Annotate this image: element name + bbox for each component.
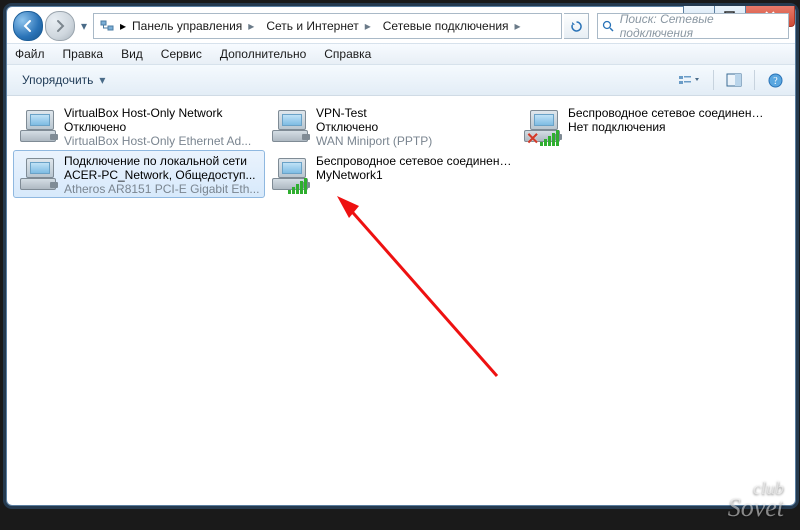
navigation-bar: ▾ ▸ Панель управления▸ Сеть и Интернет▸ … [7, 9, 795, 43]
connection-status: MyNetwork1 [316, 168, 512, 182]
connection-device: VirtualBox Host-Only Ethernet Ad... [64, 134, 251, 148]
connection-name: VirtualBox Host-Only Network [64, 106, 251, 120]
connection-item[interactable]: Подключение по локальной сетиACER-PC_Net… [13, 150, 265, 198]
chevron-down-icon: ▾ [99, 73, 105, 87]
chevron-right-icon[interactable]: ▸ [248, 19, 254, 33]
connection-item[interactable]: VPN-TestОтключеноWAN Miniport (PPTP) [265, 102, 517, 150]
menu-bar: Файл Правка Вид Сервис Дополнительно Спр… [7, 43, 795, 65]
organize-button[interactable]: Упорядочить ▾ [13, 68, 114, 92]
ethernet-adapter-icon [18, 154, 58, 194]
ethernet-adapter-icon [270, 106, 310, 146]
connection-status: Отключено [316, 120, 432, 134]
connection-device: WAN Miniport (PPTP) [316, 134, 432, 148]
content-area[interactable]: VirtualBox Host-Only NetworkОтключеноVir… [7, 96, 795, 520]
refresh-button[interactable] [564, 13, 589, 39]
menu-view[interactable]: Вид [119, 46, 145, 62]
annotation-arrow [337, 196, 517, 396]
connection-status: ACER-PC_Network, Общедоступ... [64, 168, 259, 182]
error-x-icon: ✕ [526, 132, 539, 148]
connection-item[interactable]: VirtualBox Host-Only NetworkОтключеноVir… [13, 102, 265, 150]
breadcrumb-item[interactable]: Сетевые подключения▸ [377, 14, 527, 38]
help-button[interactable]: ? [761, 68, 789, 92]
wifi-adapter-icon [270, 154, 310, 194]
wifi-adapter-icon: ✕ [522, 106, 562, 146]
organize-label: Упорядочить [22, 73, 93, 87]
connection-status: Отключено [64, 120, 251, 134]
menu-advanced[interactable]: Дополнительно [218, 46, 308, 62]
preview-pane-button[interactable] [720, 68, 748, 92]
connection-name: VPN-Test [316, 106, 432, 120]
search-icon [598, 20, 620, 33]
separator [754, 70, 755, 90]
menu-help[interactable]: Справка [322, 46, 373, 62]
connection-name: Беспроводное сетевое соединение 2 [316, 154, 512, 168]
connection-status: Нет подключения [568, 120, 764, 134]
connection-device: Atheros AR8151 PCI-E Gigabit Eth... [64, 182, 259, 196]
connection-name: Беспроводное сетевое соединение [568, 106, 764, 120]
back-button[interactable] [13, 11, 43, 41]
search-input[interactable]: Поиск: Сетевые подключения [597, 13, 789, 39]
separator [713, 70, 714, 90]
menu-file[interactable]: Файл [13, 46, 47, 62]
connection-name: Подключение по локальной сети [64, 154, 259, 168]
explorer-window: ▾ ▸ Панель управления▸ Сеть и Интернет▸ … [6, 6, 796, 506]
forward-button[interactable] [45, 11, 75, 41]
connection-item[interactable]: Беспроводное сетевое соединение 2MyNetwo… [265, 150, 517, 198]
chevron-right-icon[interactable]: ▸ [365, 19, 371, 33]
ethernet-adapter-icon [18, 106, 58, 146]
search-placeholder: Поиск: Сетевые подключения [620, 12, 788, 40]
svg-text:?: ? [773, 76, 778, 87]
view-options-button[interactable] [671, 68, 707, 92]
menu-tools[interactable]: Сервис [159, 46, 204, 62]
history-dropdown-icon[interactable]: ▾ [77, 14, 91, 38]
command-bar: Упорядочить ▾ ? [7, 65, 795, 96]
breadcrumb[interactable]: ▸ Панель управления▸ Сеть и Интернет▸ Се… [93, 13, 562, 39]
breadcrumb-item[interactable]: Панель управления▸ [126, 14, 260, 38]
connection-item[interactable]: ✕ Беспроводное сетевое соединениеНет подк… [517, 102, 769, 150]
menu-edit[interactable]: Правка [61, 46, 106, 62]
network-icon [96, 16, 118, 36]
breadcrumb-item[interactable]: Сеть и Интернет▸ [260, 14, 376, 38]
chevron-right-icon[interactable]: ▸ [515, 19, 521, 33]
